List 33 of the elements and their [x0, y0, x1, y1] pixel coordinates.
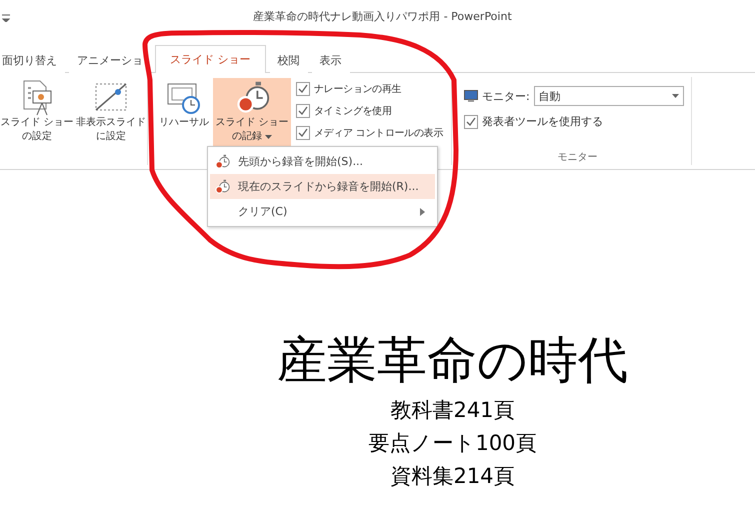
caret-icon — [672, 94, 679, 98]
checkbox-label: タイミングを使用 — [314, 105, 392, 118]
ribbon-button[interactable]: スライド ショー の設定 — [1, 78, 73, 150]
monitor-icon — [464, 90, 478, 102]
slide-text: 資料集214頁 — [390, 464, 515, 489]
stopwatch-icon — [214, 154, 230, 170]
menu-item[interactable]: 現在のスライドから録音を開始(R)... — [210, 174, 435, 199]
check-icon — [466, 116, 476, 126]
menu-item[interactable]: クリア(C) — [210, 199, 435, 224]
monitor-label: モニター: — [482, 88, 530, 104]
window-title: 産業革命の時代ナレ動画入りパワポ用 - PowerPoint — [252, 10, 513, 24]
customize-icon[interactable] — [2, 14, 10, 22]
ribbon-tab[interactable]: スライド ショー — [155, 45, 266, 73]
ribbon-button[interactable]: 非表示スライド に設定 — [75, 78, 147, 150]
ribbon-button[interactable]: リハーサル — [157, 78, 211, 150]
checkbox-label: メディア コントロールの表示 — [314, 126, 443, 140]
checkbox[interactable] — [464, 114, 478, 128]
menu-item[interactable]: 先頭から録音を開始(S)... — [210, 149, 435, 174]
check-icon — [298, 84, 308, 94]
checkbox-label: ナレーションの再生 — [314, 82, 402, 96]
check-icon — [298, 106, 308, 116]
group-label: モニター — [558, 151, 598, 165]
checkbox[interactable] — [296, 126, 310, 140]
submenu-arrow-icon — [420, 208, 425, 216]
monitor-dropdown[interactable]: 自動 — [534, 86, 684, 106]
slide-title: 産業革命の時代 — [277, 330, 628, 390]
slide-text: 要点ノート100頁 — [368, 431, 537, 456]
check-icon — [298, 128, 308, 138]
slide-text: 教科書241頁 — [390, 398, 515, 423]
checkbox[interactable] — [296, 104, 310, 118]
checkbox-label: 発表者ツールを使用する — [482, 114, 603, 129]
stopwatch-icon — [214, 178, 230, 194]
checkbox[interactable] — [296, 82, 310, 96]
